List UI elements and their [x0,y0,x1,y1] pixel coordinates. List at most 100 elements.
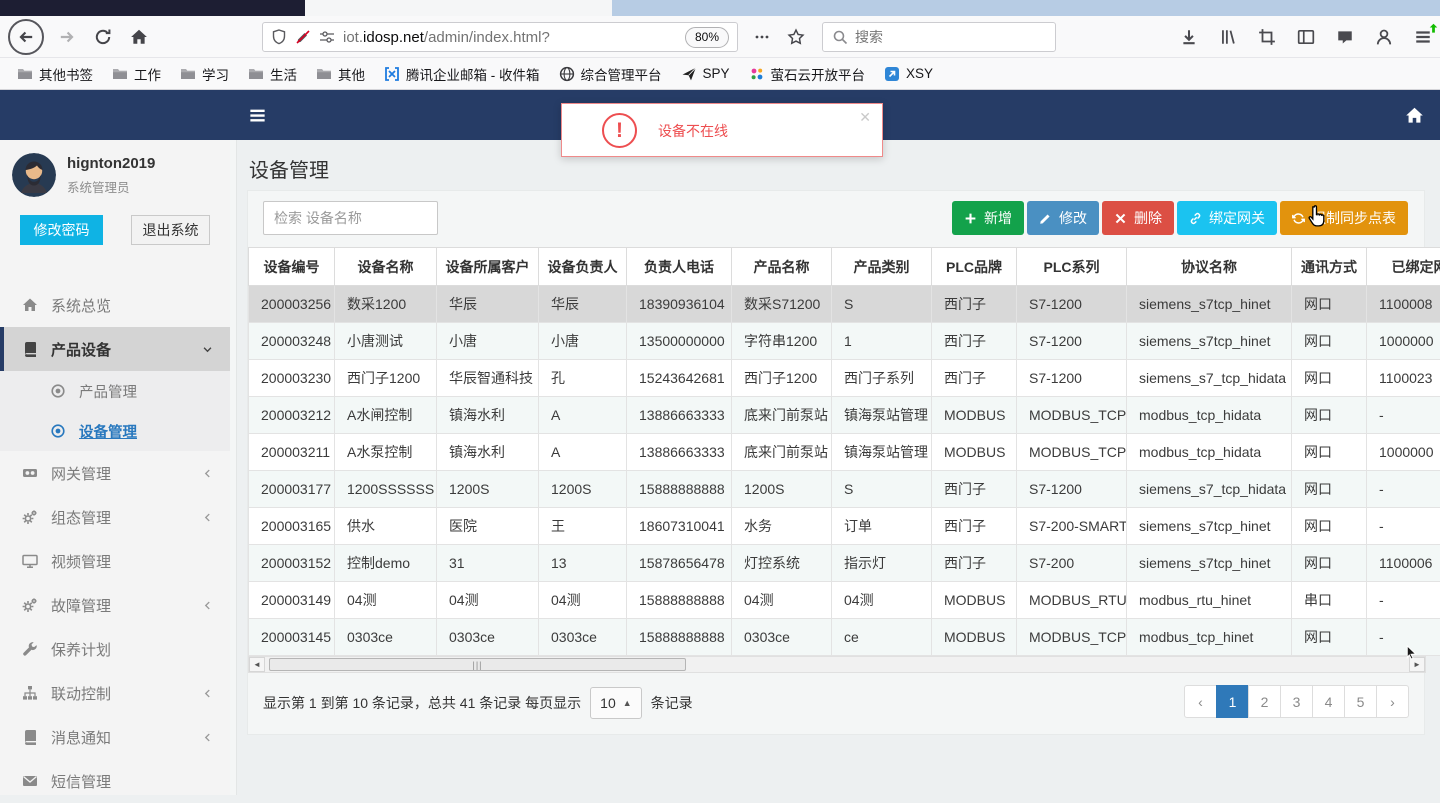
navbar-home-icon[interactable] [1405,106,1424,125]
page-actions-button[interactable] [752,28,772,46]
table-cell: S7-1200 [1017,471,1127,508]
table-row[interactable]: 200003256数采1200华辰华辰18390936104数采S71200S西… [249,286,1440,323]
home-button[interactable] [128,28,150,46]
pager-next-button[interactable]: › [1376,685,1409,718]
column-header[interactable]: 通讯方式 [1292,248,1367,286]
edit-button[interactable]: 修改 [1027,201,1099,235]
browser-search-input[interactable] [855,29,1046,45]
delete-button[interactable]: 删除 [1102,201,1174,235]
bookmark-item[interactable]: 生活 [241,61,304,87]
scrollbar-thumb[interactable]: ||| [269,658,686,671]
table-cell: modbus_tcp_hinet [1127,619,1292,656]
table-cell: 网口 [1292,508,1367,545]
sidebar-item[interactable]: 短信管理 [0,759,230,803]
column-header[interactable]: 产品名称 [732,248,832,286]
table-row[interactable]: 200003212A水闸控制镇海水利A13886663333底来门前泵站镇海泵站… [249,397,1440,434]
sidebar-item[interactable]: 产品设备 [0,327,230,371]
download-button[interactable] [1180,28,1198,46]
bookmark-star-button[interactable] [786,27,806,47]
permissions-icon [319,29,335,45]
column-header[interactable]: 设备所属客户 [437,248,539,286]
sidebar-button[interactable] [1297,28,1315,46]
account-button[interactable] [1375,28,1393,46]
column-header[interactable]: PLC系列 [1017,248,1127,286]
sidebar-item[interactable]: 网关管理 [0,451,230,495]
alert-close-icon[interactable]: ✕ [859,109,871,126]
pager-page-3[interactable]: 3 [1280,685,1313,718]
column-header[interactable]: 已绑定网关 [1367,248,1440,286]
book-icon [22,341,38,357]
change-password-button[interactable]: 修改密码 [20,215,103,245]
table-cell: 18390936104 [627,286,732,323]
column-header[interactable]: 设备编号 [249,248,335,286]
page-size-dropdown[interactable]: 10 ▲ [590,687,642,719]
table-cell: 1200S [437,471,539,508]
device-search-input[interactable] [263,201,438,235]
menu-button[interactable] [1414,28,1432,46]
sidebar-item[interactable]: 联动控制 [0,671,230,715]
back-button[interactable] [8,19,44,55]
sidebar-item[interactable]: 故障管理 [0,583,230,627]
url-bar[interactable]: iot.idosp.net/admin/index.html? 80% [262,22,738,52]
force-sync-button[interactable]: 强制同步点表 [1280,201,1408,235]
table-row[interactable]: 200003211A水泵控制镇海水利A13886663333底来门前泵站镇海泵站… [249,434,1440,471]
table-row[interactable]: 2000031450303ce0303ce0303ce1588888888803… [249,619,1440,656]
scroll-left-button[interactable]: ◄ [249,657,265,672]
pager-page-2[interactable]: 2 [1248,685,1281,718]
sidebar-toggle-button[interactable] [248,106,267,125]
bookmark-item[interactable]: 综合管理平台 [552,61,669,87]
browser-search-box[interactable] [822,22,1056,52]
browser-active-tab[interactable] [305,0,612,16]
bookmark-item[interactable]: 其他书签 [10,61,100,87]
library-button[interactable] [1219,28,1237,46]
bookmark-item[interactable]: 腾讯企业邮箱 - 收件箱 [377,61,547,87]
forward-button[interactable] [56,28,78,46]
pager-page-4[interactable]: 4 [1312,685,1345,718]
table-cell: 串口 [1292,582,1367,619]
pager-page-1[interactable]: 1 [1216,685,1249,718]
table-row[interactable]: 200003152控制demo311315878656478灯控系统指示灯西门子… [249,545,1440,582]
logout-button[interactable]: 退出系统 [131,215,210,245]
pocket-button[interactable] [1336,28,1354,46]
zoom-level-badge[interactable]: 80% [685,27,729,48]
bookmark-item[interactable]: 学习 [173,61,236,87]
reload-button[interactable] [92,28,114,46]
column-header[interactable]: 负责人电话 [627,248,732,286]
pagination-info: 显示第 1 到第 10 条记录，总共 41 条记录 每页显示 10 ▲ 条记录 [263,686,693,720]
table-cell: 04测 [732,582,832,619]
sidebar-item[interactable]: 系统总览 [0,283,230,327]
bind-gateway-button[interactable]: 绑定网关 [1177,201,1277,235]
column-header[interactable]: 产品类别 [832,248,932,286]
table-row[interactable]: 200003230西门子1200华辰智通科技孔15243642681西门子120… [249,360,1440,397]
table-cell: 指示灯 [832,545,932,582]
scroll-right-button[interactable]: ► [1409,657,1425,672]
column-header[interactable]: 设备名称 [335,248,437,286]
table-row[interactable]: 200003165供水医院王18607310041水务订单西门子S7-200-S… [249,508,1440,545]
pager-prev-button[interactable]: ‹ [1184,685,1217,718]
sidebar-item[interactable]: 消息通知 [0,715,230,759]
bookmark-item[interactable]: SPY [674,63,737,85]
bookmark-item[interactable]: XSY [877,63,940,85]
table-row[interactable]: 200003248小唐测试小唐小唐13500000000字符串12001西门子S… [249,323,1440,360]
sidebar-item[interactable]: 组态管理 [0,495,230,539]
column-header[interactable]: 设备负责人 [539,248,627,286]
sidebar-subitem[interactable]: 设备管理 [0,411,230,451]
table-row[interactable]: 20000314904测04测04测1588888888804测04测MODBU… [249,582,1440,619]
horizontal-scrollbar[interactable]: ◄ ||| ► [248,656,1426,673]
screenshot-button[interactable] [1258,28,1276,46]
sidebar-item[interactable]: 保养计划 [0,627,230,671]
bookmark-item[interactable]: 萤石云开放平台 [742,61,873,87]
column-header[interactable]: PLC品牌 [932,248,1017,286]
bookmark-item[interactable]: 其他 [309,61,372,87]
table-cell: 华辰 [437,286,539,323]
column-header[interactable]: 协议名称 [1127,248,1292,286]
table-cell: 0303ce [437,619,539,656]
sidebar-item[interactable]: 视频管理 [0,539,230,583]
sidebar-item-label: 故障管理 [51,595,111,616]
table-row[interactable]: 2000031771200SSSSSS1200S1200S15888888888… [249,471,1440,508]
bookmark-item[interactable]: 工作 [105,61,168,87]
table-cell: 1200SSSSSS [335,471,437,508]
add-button[interactable]: 新增 [952,201,1024,235]
sidebar-subitem[interactable]: 产品管理 [0,371,230,411]
pager-page-5[interactable]: 5 [1344,685,1377,718]
